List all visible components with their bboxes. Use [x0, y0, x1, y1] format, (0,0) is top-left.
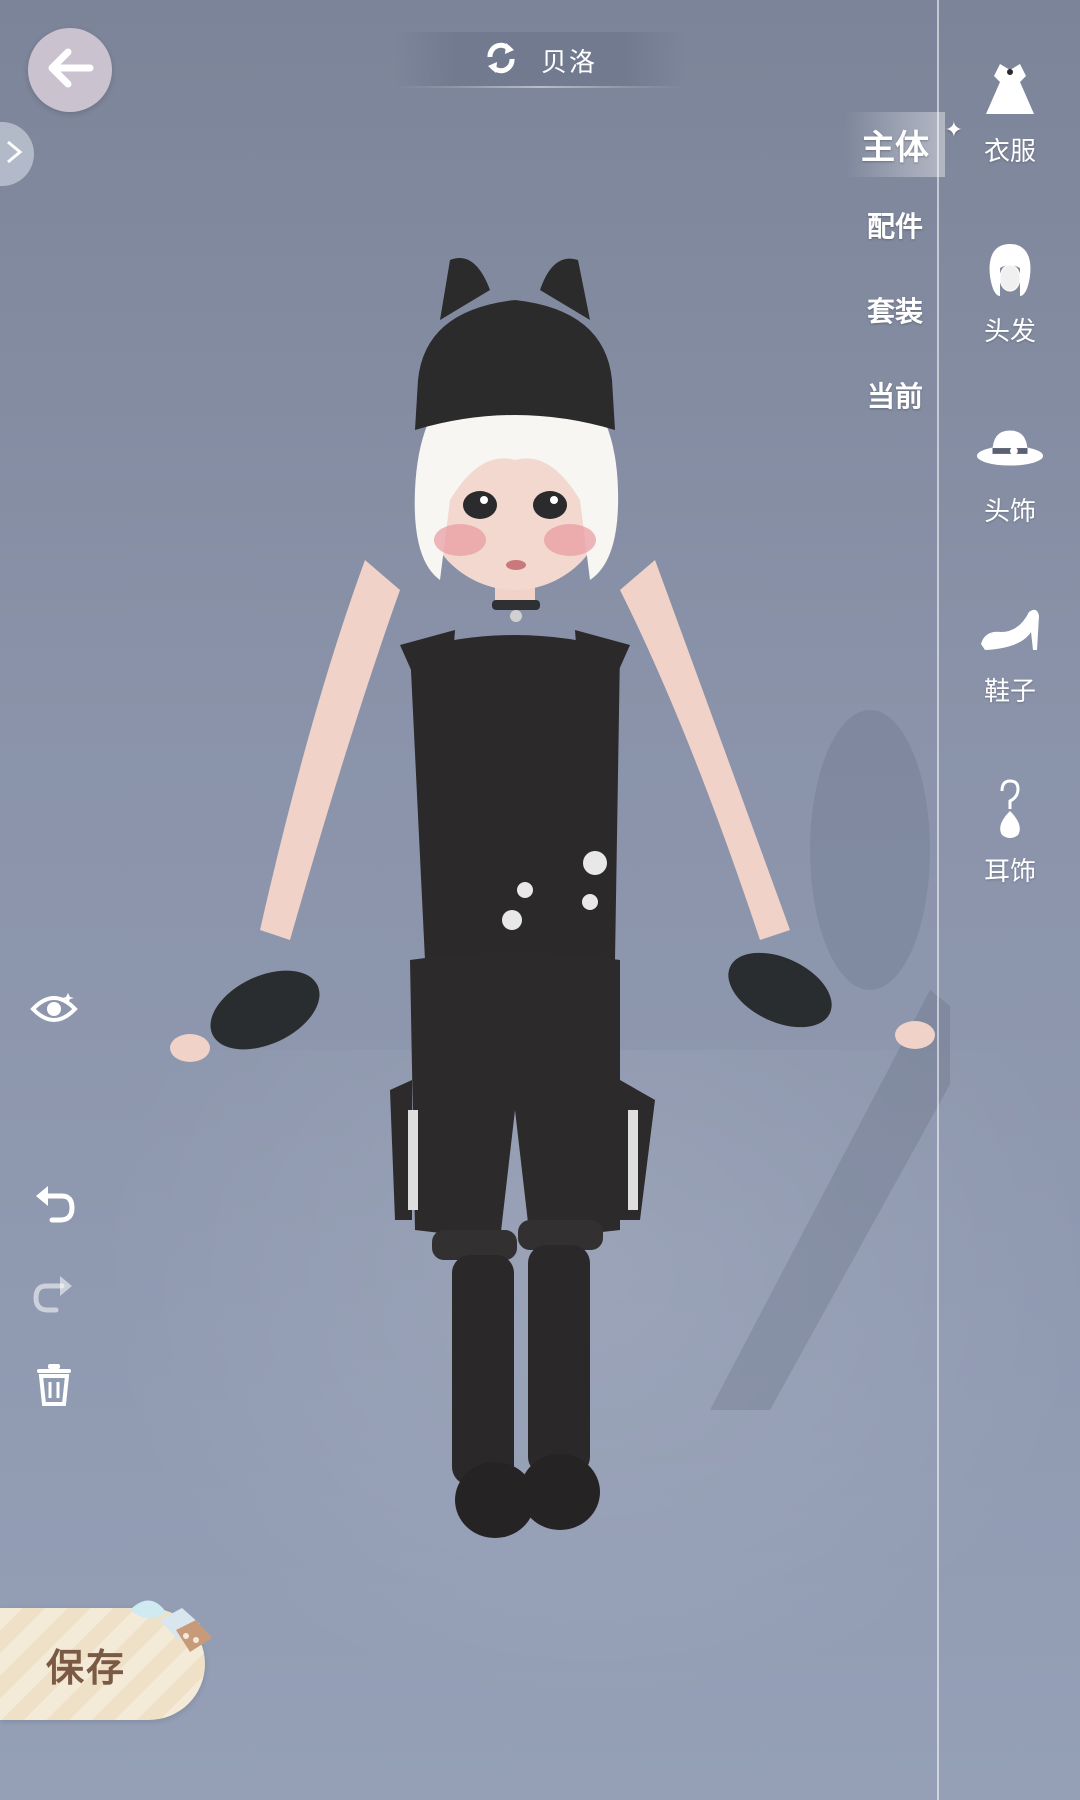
shoe-icon	[975, 595, 1045, 665]
character-name: 贝洛	[540, 47, 597, 78]
slot-headwear[interactable]: 头饰	[970, 415, 1050, 528]
trash-icon	[34, 1362, 74, 1410]
hat-icon	[975, 415, 1045, 485]
tab-main-label: 主体	[861, 128, 929, 168]
back-button[interactable]	[28, 28, 112, 112]
hair-icon	[975, 235, 1045, 305]
slot-clothing[interactable]: 衣服	[970, 55, 1050, 168]
character-preview[interactable]	[150, 230, 980, 1630]
tab-main[interactable]: 主体 ✦	[845, 112, 963, 177]
tab-accessories[interactable]: 配件	[845, 205, 945, 245]
undo-icon	[32, 1182, 76, 1230]
tab-outfits[interactable]: 套装	[845, 290, 945, 330]
refresh-icon	[483, 40, 519, 80]
delete-button[interactable]	[28, 1360, 80, 1412]
slot-earrings[interactable]: 耳饰	[970, 775, 1050, 888]
eye-icon	[30, 989, 78, 1033]
arrow-left-icon	[46, 48, 94, 92]
slot-clothing-label: 衣服	[983, 137, 1036, 167]
chevron-right-icon	[4, 139, 26, 169]
slot-hair[interactable]: 头发	[970, 235, 1050, 348]
undo-button[interactable]	[28, 1180, 80, 1232]
slot-headwear-label: 头饰	[983, 497, 1036, 527]
tab-current[interactable]: 当前	[845, 375, 945, 415]
redo-button[interactable]	[28, 1270, 80, 1322]
slot-shoes[interactable]: 鞋子	[970, 595, 1050, 708]
redo-icon	[32, 1272, 76, 1320]
slot-shoes-label: 鞋子	[983, 677, 1036, 707]
save-button[interactable]: 保存	[0, 1600, 212, 1720]
character-switcher[interactable]: 贝洛	[395, 32, 685, 88]
dress-icon	[975, 55, 1045, 125]
side-panel-toggle[interactable]	[0, 122, 34, 186]
slot-hair-label: 头发	[983, 317, 1036, 347]
earring-icon	[975, 775, 1045, 845]
visibility-toggle-button[interactable]	[28, 985, 80, 1037]
gift-decoration-icon	[120, 1590, 216, 1664]
slot-earrings-label: 耳饰	[983, 857, 1036, 887]
save-button-label: 保存	[46, 1644, 127, 1690]
panel-divider	[937, 0, 939, 1800]
sparkle-icon: ✦	[944, 118, 963, 143]
